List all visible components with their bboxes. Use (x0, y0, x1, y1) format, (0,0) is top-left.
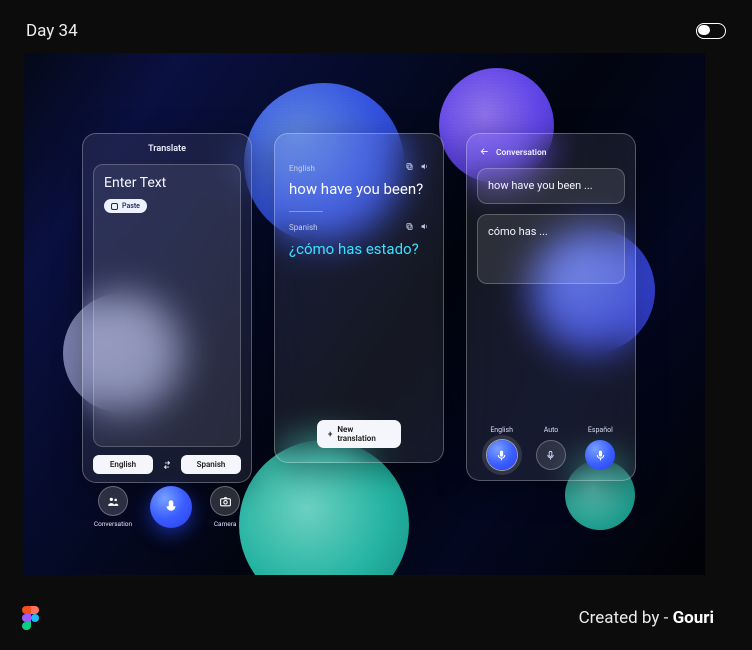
text-input-area[interactable]: Enter Text Paste (93, 164, 241, 447)
copy-icon[interactable] (405, 222, 414, 234)
camera-label: Camera (214, 520, 237, 528)
conversation-card: Conversation how have you been ... cómo … (466, 133, 636, 481)
conversation-button[interactable] (98, 486, 128, 516)
conversation-label: Conversation (94, 520, 132, 528)
microphone-icon (545, 450, 556, 461)
swap-icon (162, 460, 172, 470)
card-title: Conversation (496, 148, 547, 158)
camera-button[interactable] (210, 486, 240, 516)
paste-label: Paste (122, 202, 140, 210)
mic-english-button[interactable] (487, 440, 517, 470)
plus-icon: + (328, 430, 332, 439)
swap-languages-button[interactable] (159, 457, 175, 473)
speaker-icon[interactable] (420, 162, 429, 174)
copy-icon[interactable] (405, 162, 414, 174)
microphone-icon (495, 449, 508, 462)
microphone-icon (162, 498, 180, 516)
mic-lang-label: English (490, 426, 513, 434)
design-stage: Translate Enter Text Paste English Spani… (24, 53, 705, 575)
speaker-icon[interactable] (420, 222, 429, 234)
author-name: Gouri (673, 608, 714, 628)
source-text: how have you been? (289, 180, 429, 199)
clipboard-icon (111, 203, 118, 210)
translate-card: Translate Enter Text Paste English Spani… (82, 133, 252, 483)
credit-prefix: Created by - (579, 608, 673, 628)
back-button[interactable] (479, 146, 490, 160)
target-lang-label: Spanish (289, 223, 318, 232)
translated-text: ¿cómo has estado? (289, 240, 429, 259)
people-icon (107, 495, 120, 508)
microphone-icon (594, 449, 607, 462)
mic-lang-label: Auto (544, 426, 559, 434)
mic-auto-button[interactable] (536, 440, 566, 470)
source-lang-label: English (289, 164, 315, 173)
divider (289, 211, 323, 212)
camera-icon (219, 495, 232, 508)
card-title: Translate (83, 134, 251, 160)
message-bubble: cómo has ... (477, 214, 625, 284)
mic-lang-label: Español (588, 426, 613, 434)
new-translation-button[interactable]: + New translation (317, 420, 401, 448)
figma-logo-icon (22, 606, 39, 631)
paste-button[interactable]: Paste (104, 199, 147, 213)
target-language-pill[interactable]: Spanish (181, 455, 241, 474)
result-card: English how have you been? Spanish ¿cómo… (274, 133, 444, 463)
mic-spanish-button[interactable] (585, 440, 615, 470)
arrow-left-icon (479, 146, 490, 157)
day-label: Day 34 (26, 21, 78, 41)
theme-toggle[interactable] (696, 23, 726, 39)
input-placeholder: Enter Text (104, 175, 230, 191)
mic-button[interactable] (150, 486, 192, 528)
credit-line: Created by - Gouri (579, 608, 714, 628)
new-translation-label: New translation (337, 425, 390, 443)
source-language-pill[interactable]: English (93, 455, 153, 474)
message-bubble: how have you been ... (477, 168, 625, 204)
